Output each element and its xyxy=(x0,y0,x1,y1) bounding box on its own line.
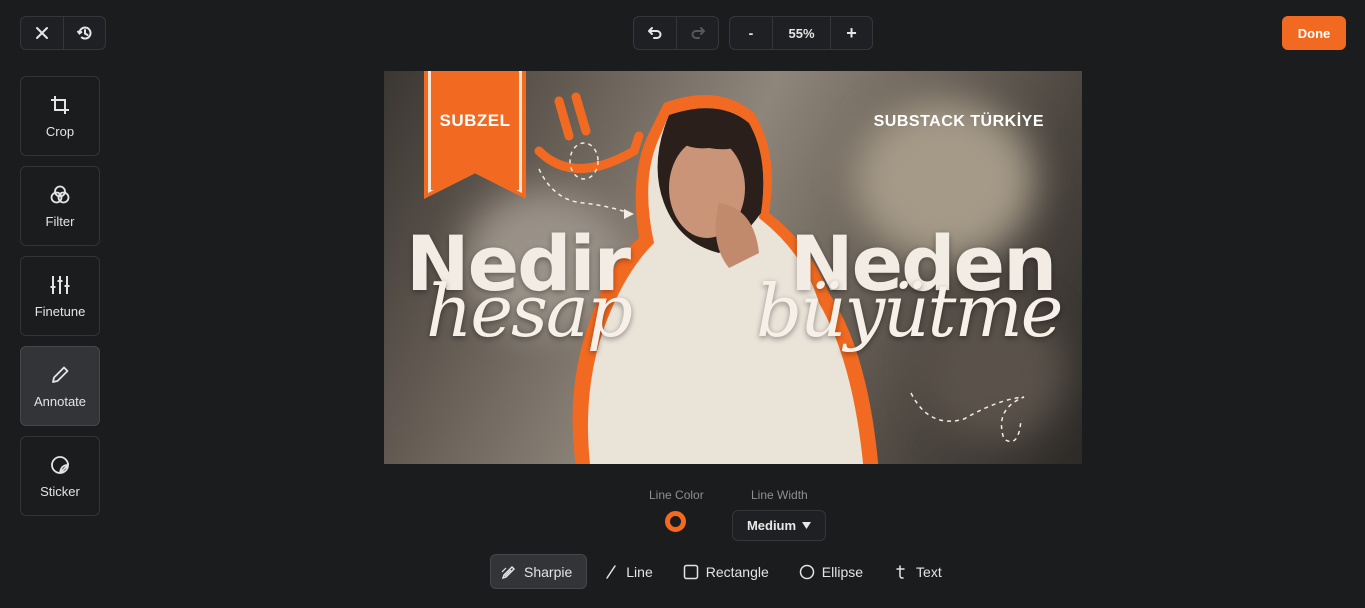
shape-toolbar: Sharpie Line Rectangle Ellipse Text xyxy=(490,554,956,589)
close-icon xyxy=(36,27,48,39)
zoom-out-button[interactable]: - xyxy=(730,17,772,49)
redo-icon xyxy=(691,27,705,39)
history-button[interactable] xyxy=(63,17,105,49)
script-left: hesap xyxy=(426,269,633,353)
zoom-level[interactable]: 55% xyxy=(772,17,830,49)
ribbon-text: SUBZEL xyxy=(439,111,511,130)
tool-finetune[interactable]: Finetune xyxy=(20,256,100,336)
shape-sharpie-label: Sharpie xyxy=(524,563,573,580)
pencil-icon xyxy=(52,366,69,383)
tool-annotate[interactable]: Annotate xyxy=(20,346,100,426)
top-left-group xyxy=(20,16,106,50)
ellipse-icon xyxy=(799,564,815,579)
tool-filter-label: Filter xyxy=(45,213,75,229)
annotate-properties: Line Color Line Width Medium xyxy=(0,484,1365,544)
filter-icon xyxy=(50,185,70,203)
sticker-icon xyxy=(51,455,69,474)
script-right: büyütme xyxy=(756,269,1063,353)
ribbon-border xyxy=(428,71,522,193)
history-icon xyxy=(76,26,91,40)
shape-line[interactable]: Line xyxy=(593,554,666,589)
brand-text: SUBSTACK TÜRKİYE xyxy=(873,113,1044,130)
tool-crop[interactable]: Crop xyxy=(20,76,100,156)
tool-filter[interactable]: Filter xyxy=(20,166,100,246)
text-icon xyxy=(896,564,905,579)
line-width-value: Medium xyxy=(746,518,797,533)
undo-redo-group xyxy=(633,16,719,50)
shape-text-label: Text xyxy=(916,563,942,580)
shape-rectangle-label: Rectangle xyxy=(705,563,769,580)
line-color-label: Line Color xyxy=(649,488,704,502)
shape-sharpie[interactable]: Sharpie xyxy=(490,554,588,589)
doodle-loop-icon xyxy=(910,392,1025,443)
shape-rectangle[interactable]: Rectangle xyxy=(673,554,783,589)
redo-button[interactable] xyxy=(676,17,718,49)
line-width-select[interactable]: Medium xyxy=(732,510,826,541)
tool-finetune-label: Finetune xyxy=(34,303,86,319)
shape-text[interactable]: Text xyxy=(883,554,956,589)
caret-down-icon xyxy=(802,522,812,529)
rectangle-icon xyxy=(683,564,698,579)
tool-crop-label: Crop xyxy=(45,123,75,139)
tool-sidebar: Crop Filter Finetune Annotate Sticker xyxy=(20,76,100,516)
line-width-label: Line Width xyxy=(751,488,808,502)
image-canvas[interactable]: SUBZEL Nedir Neden hesap büyütme SUBSTAC… xyxy=(384,71,1082,464)
undo-icon xyxy=(648,27,662,39)
tool-annotate-label: Annotate xyxy=(33,393,87,409)
undo-button[interactable] xyxy=(634,17,676,49)
finetune-icon xyxy=(50,275,70,294)
shape-ellipse[interactable]: Ellipse xyxy=(789,554,877,589)
close-button[interactable] xyxy=(21,17,63,49)
line-color-swatch[interactable] xyxy=(665,511,686,532)
sharpie-icon xyxy=(501,565,516,579)
zoom-in-button[interactable]: + xyxy=(830,17,872,49)
shape-line-label: Line xyxy=(626,563,653,580)
line-icon xyxy=(606,564,617,579)
shape-ellipse-label: Ellipse xyxy=(821,563,864,580)
done-button[interactable]: Done xyxy=(1282,16,1346,50)
crop-icon xyxy=(51,95,69,114)
zoom-group: - 55% + xyxy=(729,16,873,50)
